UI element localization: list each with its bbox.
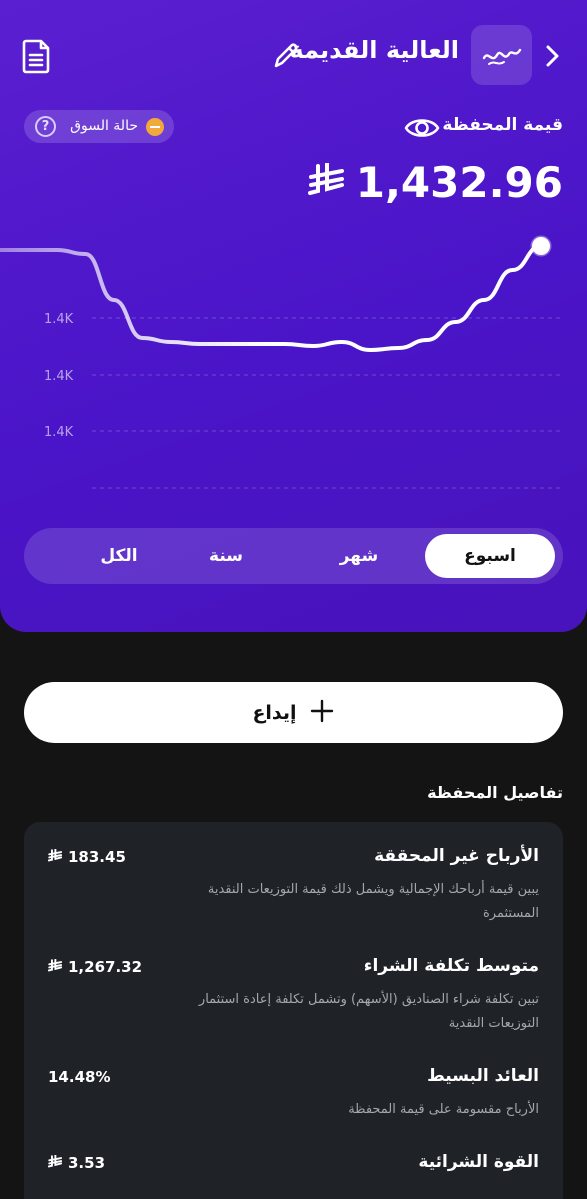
plus-icon — [309, 698, 335, 728]
riyal-symbol-icon — [47, 958, 63, 976]
portfolio-logo-icon — [471, 25, 532, 85]
detail-description: تبين تكلفة شراء الصناديق (الأسهم) وتشمل … — [198, 992, 539, 1031]
market-status-chip[interactable]: ? حالة السوق — [24, 110, 174, 143]
y-tick-label: 1.4K — [44, 425, 74, 440]
detail-title: العائد البسيط — [427, 1066, 539, 1086]
range-tabs: الكل سنة شهر اسبوع — [24, 528, 563, 584]
portfolio-value-number: 1,432.96 — [355, 158, 563, 207]
details-section-title: تفاصيل المحفظة — [427, 783, 563, 802]
detail-title: الأرباح غير المحققة — [374, 846, 539, 866]
series-line — [0, 244, 543, 353]
eye-icon[interactable] — [404, 112, 440, 144]
market-status-label: حالة السوق — [70, 118, 138, 134]
detail-value: 14.48% — [48, 1068, 111, 1086]
portfolio-hero: العالية القديمة ? حالة السوق قيمة المحفظ… — [0, 0, 587, 632]
top-bar: العالية القديمة — [0, 0, 587, 110]
chevron-right-icon[interactable] — [540, 42, 566, 70]
y-tick-label: 1.4K — [44, 312, 74, 327]
help-icon[interactable]: ? — [35, 116, 56, 137]
portfolio-value-amount: 1,432.96 — [307, 158, 563, 207]
portfolio-name: العالية القديمة — [289, 36, 459, 64]
portfolio-details-card: الأرباح غير المحققة 183.45 يبين قيمة أرب… — [24, 822, 563, 1199]
latest-point-marker — [530, 235, 552, 257]
deposit-button[interactable]: إيداع — [24, 682, 563, 743]
deposit-label: إيداع — [252, 701, 297, 724]
portfolio-value-chart: 1.4K 1.4K 1.4K — [0, 235, 560, 489]
detail-title: متوسط تكلفة الشراء — [363, 956, 539, 976]
tab-year[interactable]: سنة — [161, 534, 291, 578]
riyal-symbol-icon — [307, 158, 344, 207]
detail-value: 3.53 — [47, 1154, 105, 1172]
y-tick-label: 1.4K — [44, 369, 74, 384]
market-status-dot — [146, 118, 164, 136]
portfolio-value-label: قيمة المحفظة — [442, 115, 563, 135]
detail-value: 183.45 — [47, 848, 126, 866]
detail-title: القوة الشرائية — [418, 1152, 539, 1172]
detail-description: يبين قيمة أرباحك الإجمالية ويشمل ذلك قيم… — [207, 882, 539, 921]
tab-month[interactable]: شهر — [294, 534, 424, 578]
riyal-symbol-icon — [47, 1154, 63, 1172]
detail-description: الأرباح مقسومة على قيمة المحفظة — [348, 1102, 539, 1117]
document-icon[interactable] — [20, 38, 54, 74]
tab-week[interactable]: اسبوع — [425, 534, 555, 578]
detail-value: 1,267.32 — [47, 958, 142, 976]
riyal-symbol-icon — [47, 848, 63, 866]
